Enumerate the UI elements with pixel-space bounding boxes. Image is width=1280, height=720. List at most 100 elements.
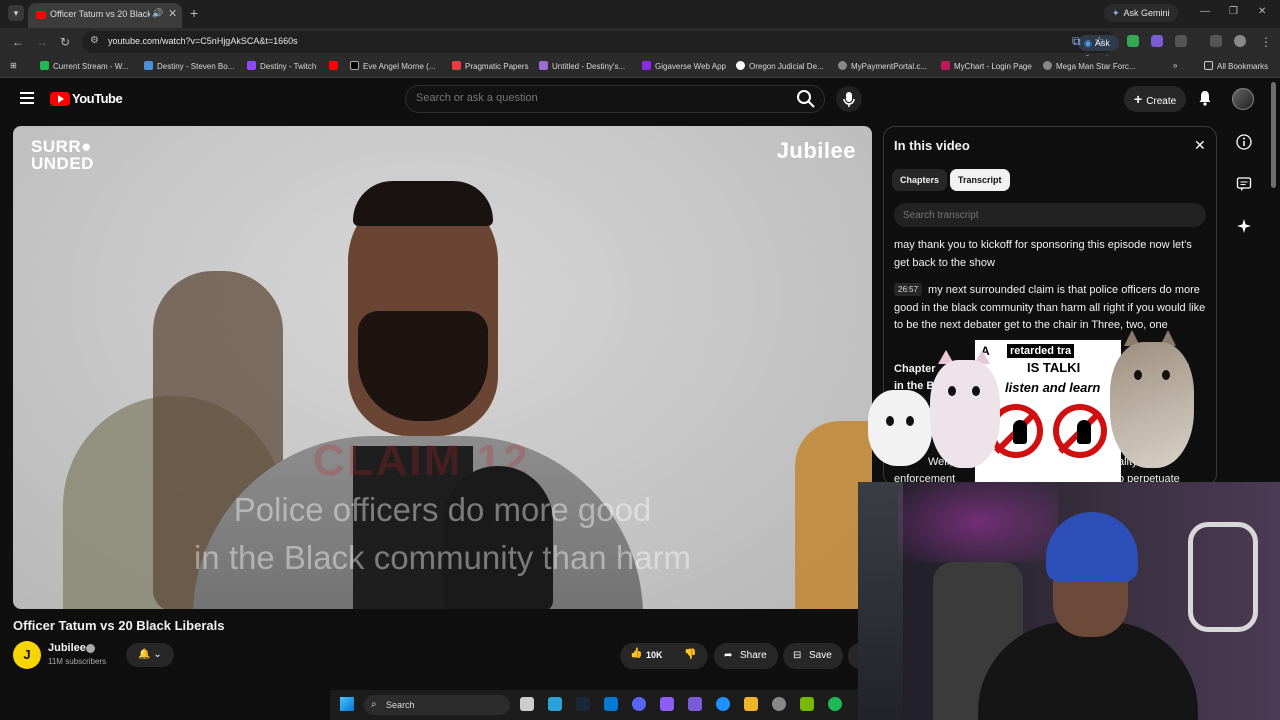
channel-avatar[interactable]: J xyxy=(13,641,41,669)
transcript-segment-text: my next surrounded claim is that police … xyxy=(894,284,1206,331)
extension-icon[interactable] xyxy=(1127,35,1139,47)
like-count[interactable]: 10K xyxy=(646,650,663,660)
bookmark-item[interactable]: Destiny - Twitch xyxy=(247,61,316,71)
bookmark-favicon-icon xyxy=(144,61,153,70)
youtube-favicon-icon xyxy=(36,11,46,19)
youtube-logo-text[interactable]: YouTube xyxy=(72,91,123,106)
meme-caption-line1: retarded tra xyxy=(1007,344,1075,358)
new-tab-button[interactable]: + xyxy=(190,5,198,21)
bookmark-item[interactable]: MyChart - Login Page xyxy=(941,61,1032,71)
audio-playing-icon[interactable]: 🔊 xyxy=(152,8,163,19)
video-player[interactable]: CLAIM 12 SURR● UNDED Jubilee Police offi… xyxy=(13,126,872,609)
account-avatar[interactable] xyxy=(1232,88,1254,110)
notifications-bell-icon[interactable] xyxy=(1197,90,1213,106)
all-bookmarks-folder[interactable]: All Bookmarks xyxy=(1204,61,1268,71)
transcript-segment[interactable]: 26:57 my next surrounded claim is that po… xyxy=(894,282,1206,335)
google-lens-icon: ◉ xyxy=(1084,38,1092,48)
chrome-icon[interactable] xyxy=(772,697,786,711)
save-button[interactable]: ⊟ Save xyxy=(783,643,843,669)
forward-arrow-icon[interactable]: → xyxy=(36,35,48,49)
bookmark-item[interactable]: MyPaymentPortal.c... xyxy=(838,61,927,71)
bookmark-item[interactable] xyxy=(329,61,342,71)
subscription-notifications-button[interactable]: 🔔 ⌄ xyxy=(126,643,174,667)
thumbs-down-icon[interactable]: 👎 xyxy=(684,649,696,660)
photos-icon[interactable] xyxy=(604,697,618,711)
tab-title: Officer Tatum vs 20 Black Li xyxy=(50,9,150,19)
youtube-header: YouTube +Create xyxy=(0,78,1280,120)
bookmark-item[interactable]: Gigaverse Web App xyxy=(642,61,726,71)
steam-icon[interactable] xyxy=(576,697,590,711)
discord-icon[interactable] xyxy=(632,697,646,711)
windows-start-icon[interactable] xyxy=(340,697,354,711)
dancing-cat-sticker xyxy=(1100,330,1196,470)
tab-transcript[interactable]: Transcript xyxy=(950,169,1010,191)
right-rail xyxy=(1230,126,1258,246)
url-text[interactable]: youtube.com/watch?v=C5nHjgAkSCA&t=1660s xyxy=(108,36,298,46)
apps-grid-icon[interactable]: ⊞ xyxy=(10,61,17,70)
transcript-search-input[interactable] xyxy=(894,203,1206,227)
extension-icon[interactable] xyxy=(1151,35,1163,47)
back-arrow-icon[interactable]: ← xyxy=(12,35,24,49)
search-icon[interactable] xyxy=(796,89,816,109)
bookmark-item[interactable]: Destiny - Steven Bo... xyxy=(144,61,234,71)
browser-menu-icon[interactable]: ⋮ xyxy=(1260,35,1272,49)
app-icon[interactable] xyxy=(688,697,702,711)
bookmark-favicon-icon xyxy=(452,61,461,70)
reload-icon[interactable]: ↻ xyxy=(60,35,70,49)
hamburger-menu-icon[interactable] xyxy=(20,92,34,104)
address-bar[interactable]: ⚙ youtube.com/watch?v=C5nHjgAkSCA&t=1660… xyxy=(82,31,1120,64)
bookmark-item[interactable]: Current Stream - W... xyxy=(40,61,129,71)
search-box[interactable] xyxy=(405,85,825,113)
comments-icon[interactable] xyxy=(1236,176,1252,192)
minimize-window-icon[interactable]: — xyxy=(1200,6,1210,17)
bookmark-item[interactable]: Pragmatic Papers xyxy=(452,61,529,71)
ask-ai-sparkle-icon[interactable] xyxy=(1236,218,1252,234)
app-icon[interactable] xyxy=(548,697,562,711)
close-icon[interactable]: ✕ xyxy=(1194,137,1206,154)
like-dislike-group: 👍 10K 👎 xyxy=(620,643,708,669)
create-button[interactable]: + Create xyxy=(1124,86,1186,112)
thumbs-up-icon[interactable]: 👍 xyxy=(630,648,642,659)
cast-icon[interactable]: ⧉ xyxy=(1072,34,1081,49)
bookmark-item[interactable]: Oregon Judicial De... xyxy=(736,61,824,71)
share-arrow-icon: ➦ xyxy=(724,650,733,661)
file-explorer-icon[interactable] xyxy=(744,697,758,711)
bookmark-item[interactable]: Mega Man Star Forc... xyxy=(1043,61,1136,71)
voice-search-button[interactable] xyxy=(836,86,862,112)
extensions-puzzle-icon[interactable] xyxy=(1175,35,1187,47)
active-browser-tab[interactable]: Officer Tatum vs 20 Black Li 🔊 ✕ xyxy=(28,3,182,28)
claim-text-overlay: Police officers do more good in the Blac… xyxy=(13,486,872,582)
youtube-logo-icon[interactable] xyxy=(50,92,70,106)
nvidia-icon[interactable] xyxy=(800,697,814,711)
webcam-wall-panel xyxy=(858,482,903,720)
channel-name[interactable]: Jubilee xyxy=(48,642,86,654)
ask-gemini-button[interactable]: ✦ Ask Gemini xyxy=(1104,4,1178,22)
more-bookmarks-chevron-icon[interactable]: » xyxy=(1173,61,1177,70)
ask-gemini-label: Ask Gemini xyxy=(1123,8,1170,18)
share-button[interactable]: ➦ Share xyxy=(714,643,778,669)
taskbar-search-box[interactable]: ⌕ Search xyxy=(364,695,510,715)
bookmark-star-icon[interactable]: ☆ xyxy=(1094,34,1105,48)
bookmark-favicon-icon xyxy=(40,61,49,70)
tab-chapters[interactable]: Chapters xyxy=(892,169,948,191)
close-window-icon[interactable]: ✕ xyxy=(1258,6,1266,17)
page-scrollbar[interactable] xyxy=(1271,82,1276,188)
transcript-segment[interactable]: may thank you to kickoff for sponsoring … xyxy=(894,237,1206,272)
profile-avatar-icon[interactable] xyxy=(1234,35,1246,47)
share-label: Share xyxy=(740,650,767,661)
bookmark-item[interactable]: Untitled - Destiny's... xyxy=(539,61,625,71)
media-controls-icon[interactable] xyxy=(1210,35,1222,47)
spotify-icon[interactable] xyxy=(828,697,842,711)
site-info-icon[interactable]: ⚙ xyxy=(90,35,99,46)
webcam-led-glow xyxy=(898,482,1058,562)
tab-search-button[interactable]: ▾ xyxy=(8,5,24,21)
close-tab-icon[interactable]: ✕ xyxy=(168,7,177,20)
dancing-cat-sticker xyxy=(868,390,938,470)
search-input[interactable] xyxy=(416,92,776,104)
edge-icon[interactable] xyxy=(716,697,730,711)
app-icon[interactable] xyxy=(660,697,674,711)
task-view-icon[interactable] xyxy=(520,697,534,711)
restore-window-icon[interactable]: ❐ xyxy=(1229,6,1238,17)
info-icon[interactable] xyxy=(1236,134,1252,150)
bookmark-item[interactable]: Eve Angel Morne (... xyxy=(350,61,435,71)
